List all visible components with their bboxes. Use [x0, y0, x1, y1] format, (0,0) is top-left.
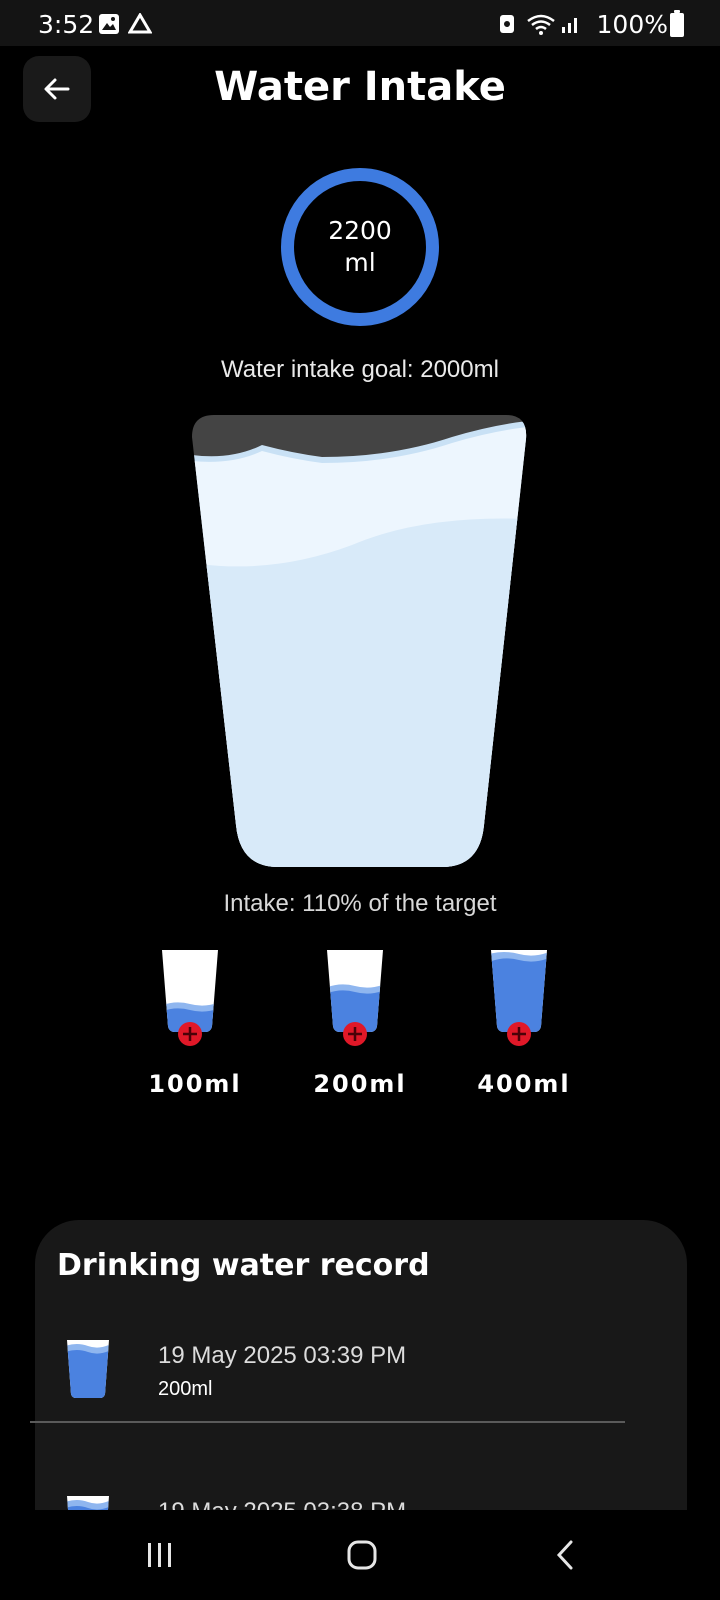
signal-icon — [562, 18, 577, 33]
record-title: Drinking water record — [57, 1248, 430, 1283]
cup-icon — [491, 950, 547, 1046]
quick-add-label: 400ml — [477, 1070, 571, 1098]
cup-icon — [162, 950, 218, 1046]
battery-icon — [670, 10, 684, 37]
quick-add-label: 100ml — [148, 1070, 242, 1098]
drive-icon — [128, 13, 152, 34]
add-100ml-button[interactable]: 100ml — [135, 948, 255, 1104]
record-item[interactable]: 19 May 2025 03:39 PM 200ml — [65, 1338, 660, 1400]
intake-percent-text: Intake: 110% of the target — [223, 890, 497, 917]
intake-total-unit: ml — [344, 248, 376, 277]
wifi-icon — [527, 14, 555, 35]
add-400ml-button[interactable]: 400ml — [464, 948, 584, 1104]
home-button[interactable] — [332, 1530, 392, 1580]
record-divider — [30, 1421, 625, 1423]
cup-icon — [67, 1340, 109, 1398]
intake-total-value: 2200 — [328, 216, 392, 245]
goal-text: Water intake goal: 2000ml — [221, 356, 499, 383]
cup-icon — [327, 950, 383, 1046]
status-time: 3:52 — [38, 10, 95, 39]
record-datetime: 19 May 2025 03:39 PM — [158, 1342, 407, 1369]
water-glass-graphic — [192, 415, 527, 867]
quick-add-label: 200ml — [313, 1070, 407, 1098]
recents-icon — [148, 1543, 171, 1567]
sim-icon — [500, 15, 514, 33]
page-title: Water Intake — [214, 64, 506, 110]
recent-apps-button[interactable] — [130, 1530, 190, 1580]
add-200ml-button[interactable]: 200ml — [300, 948, 420, 1104]
battery-percent: 100% — [596, 10, 668, 39]
home-icon — [347, 1540, 377, 1570]
gallery-icon — [99, 14, 119, 34]
back-nav-button[interactable] — [535, 1530, 595, 1580]
status-bar: 3:52 100% — [0, 0, 720, 46]
intake-progress-ring: 2200 ml — [281, 168, 439, 326]
chevron-left-icon — [556, 1540, 573, 1570]
system-nav-bar — [0, 1510, 720, 1600]
record-amount: 200ml — [158, 1378, 213, 1400]
